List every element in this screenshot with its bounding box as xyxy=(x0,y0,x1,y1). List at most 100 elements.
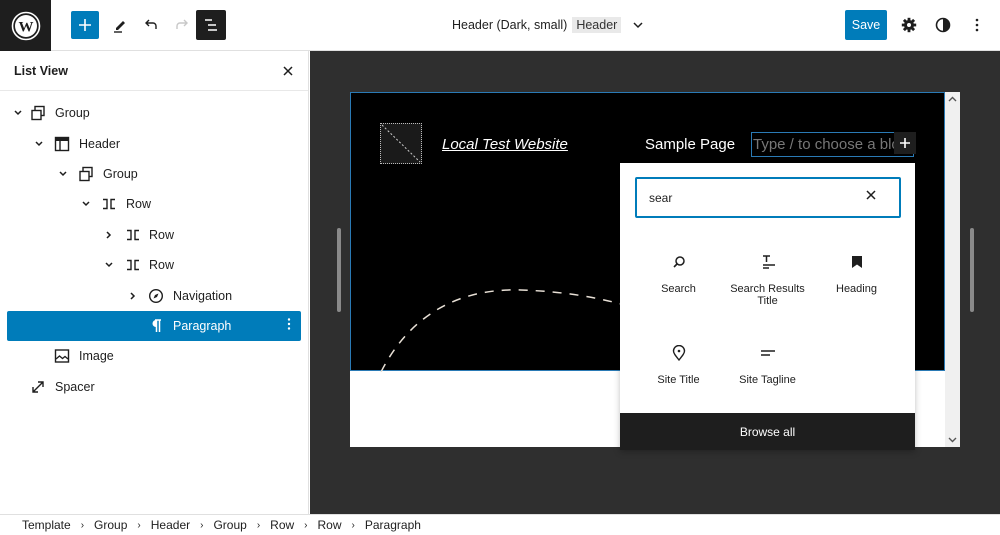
block-option-label: Site Tagline xyxy=(739,374,796,386)
chevron-down-icon[interactable] xyxy=(12,107,24,119)
chevron-right-icon[interactable] xyxy=(103,229,115,241)
breadcrumb-item-row[interactable]: Row xyxy=(318,518,342,532)
document-type-badge: Header xyxy=(572,17,622,33)
navigation-icon xyxy=(147,287,165,305)
document-title[interactable]: Header (Dark, small) Header xyxy=(452,17,644,33)
list-item-image[interactable]: Image xyxy=(0,341,308,371)
undo-button[interactable] xyxy=(137,11,165,39)
undo-icon xyxy=(145,19,157,29)
chevron-down-icon[interactable] xyxy=(57,168,69,180)
bookmark-icon xyxy=(851,256,862,268)
settings-button[interactable] xyxy=(897,13,921,37)
list-view-icon xyxy=(205,19,217,31)
contrast-icon xyxy=(935,17,951,33)
paragraph-icon xyxy=(147,317,165,335)
nav-link-sample-page[interactable]: Sample Page xyxy=(645,136,735,153)
list-item-label: Spacer xyxy=(55,379,95,394)
plus-icon xyxy=(900,138,910,148)
options-button[interactable] xyxy=(965,13,989,37)
redo-button[interactable] xyxy=(168,11,196,39)
list-item-label: Image xyxy=(79,349,114,364)
resize-handle-right[interactable] xyxy=(970,228,974,312)
resize-handle-left[interactable] xyxy=(337,228,341,312)
breadcrumb-item-template[interactable]: Template xyxy=(22,518,71,532)
map-marker-icon xyxy=(672,345,685,361)
group-icon xyxy=(29,104,47,122)
list-item-group[interactable]: Group xyxy=(0,159,308,189)
more-vertical-icon[interactable] xyxy=(287,317,291,334)
template-part-icon xyxy=(53,135,71,153)
list-item-label: Row xyxy=(149,227,175,242)
block-inserter-toggle[interactable] xyxy=(71,11,99,39)
group-icon xyxy=(77,165,95,183)
search-icon xyxy=(672,256,685,268)
list-view-header: List View xyxy=(0,51,308,91)
chevron-down-icon[interactable] xyxy=(80,198,92,210)
tools-button[interactable] xyxy=(106,11,134,39)
chevron-right-icon[interactable] xyxy=(127,290,139,302)
editor-header: W Header (Dark, small) Header Save xyxy=(0,0,1000,51)
block-option-site-tagline[interactable]: Site Tagline xyxy=(723,341,812,386)
styles-button[interactable] xyxy=(931,13,955,37)
spacer-icon xyxy=(29,378,47,396)
chevron-right-icon: › xyxy=(200,519,204,531)
chevron-down-icon[interactable] xyxy=(948,437,957,443)
more-vertical-icon xyxy=(975,18,979,32)
block-option-site-title[interactable]: Site Title xyxy=(634,341,723,386)
list-view-title: List View xyxy=(14,63,68,78)
plus-icon xyxy=(79,19,91,31)
breadcrumb-item-header[interactable]: Header xyxy=(151,518,190,532)
block-option-search-results-title[interactable]: Search Results Title xyxy=(723,250,812,307)
tagline-icon xyxy=(760,350,775,356)
block-option-label: Search Results Title xyxy=(730,283,805,307)
row-icon xyxy=(124,226,142,244)
site-title-link[interactable]: Local Test Website xyxy=(442,136,568,153)
close-icon[interactable] xyxy=(282,65,294,77)
list-item-header[interactable]: Header xyxy=(0,128,308,158)
block-tree: Group Header Group Row Row Row Navigatio… xyxy=(0,91,308,402)
list-item-row[interactable]: Row xyxy=(0,250,308,280)
svg-text:W: W xyxy=(18,19,33,35)
block-search-input[interactable]: sear xyxy=(635,177,901,218)
gear-icon xyxy=(901,17,917,33)
block-option-heading[interactable]: Heading xyxy=(812,250,901,295)
title-icon xyxy=(762,255,775,269)
list-item-row[interactable]: Row xyxy=(0,189,308,219)
list-item-label: Row xyxy=(126,197,152,212)
block-option-label: Site Title xyxy=(657,374,700,386)
image-icon xyxy=(53,347,71,365)
wordpress-logo[interactable]: W xyxy=(0,0,51,51)
list-item-spacer[interactable]: Spacer xyxy=(0,372,308,402)
block-option-label: Heading xyxy=(836,283,877,295)
chevron-down-icon[interactable] xyxy=(33,138,45,150)
list-view-button[interactable] xyxy=(196,10,226,40)
row-icon xyxy=(124,256,142,274)
inline-inserter-button[interactable] xyxy=(894,132,916,154)
list-item-label: Row xyxy=(149,258,175,273)
chevron-down-icon[interactable] xyxy=(632,21,644,29)
browse-all-button[interactable]: Browse all xyxy=(620,413,915,450)
chevron-right-icon: › xyxy=(304,519,308,531)
list-item-paragraph[interactable]: Paragraph xyxy=(7,310,301,342)
list-item-row[interactable]: Row xyxy=(0,220,308,250)
site-logo-placeholder[interactable] xyxy=(380,123,422,164)
chevron-right-icon: › xyxy=(137,519,141,531)
list-item-group[interactable]: Group xyxy=(0,98,308,128)
breadcrumb-item-group[interactable]: Group xyxy=(94,518,127,532)
breadcrumb-item-group[interactable]: Group xyxy=(213,518,246,532)
breadcrumb-item-row[interactable]: Row xyxy=(270,518,294,532)
logo-placeholder-icon xyxy=(381,124,421,163)
chevron-up-icon[interactable] xyxy=(948,96,957,102)
preview-scrollbar[interactable] xyxy=(945,92,960,447)
row-icon xyxy=(100,195,118,213)
close-icon[interactable] xyxy=(865,189,877,201)
block-option-search[interactable]: Search xyxy=(634,250,723,295)
quick-inserter-popover: sear Search Search Results Title Heading… xyxy=(620,163,915,450)
list-item-navigation[interactable]: Navigation xyxy=(0,280,308,310)
document-title-text: Header (Dark, small) xyxy=(452,18,568,32)
list-item-label: Group xyxy=(103,166,138,181)
paragraph-block-input[interactable]: Type / to choose a block xyxy=(751,132,914,157)
chevron-down-icon[interactable] xyxy=(103,259,115,271)
list-view-panel: List View Group Header Group Row Row Row… xyxy=(0,51,309,514)
save-button[interactable]: Save xyxy=(845,10,887,40)
